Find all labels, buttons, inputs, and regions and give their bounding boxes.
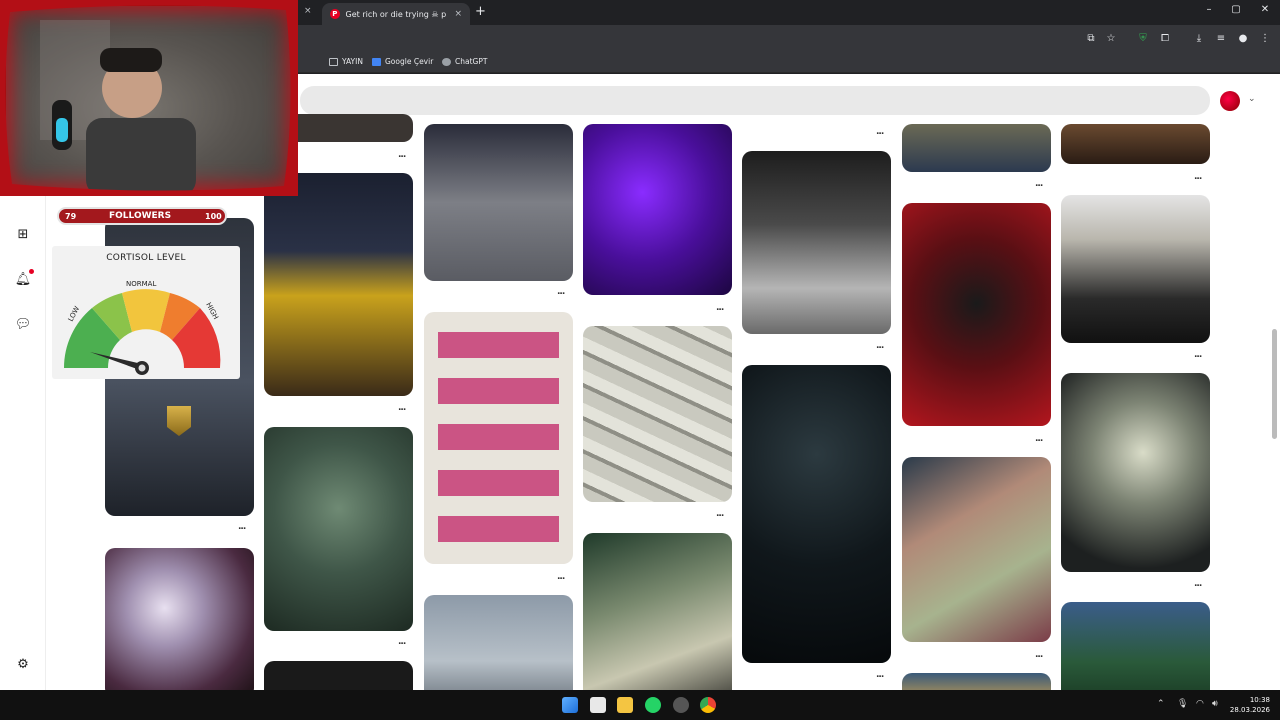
extensions-icon[interactable]: ⧠: [1158, 32, 1172, 46]
clock-date: 28.03.2026: [1229, 706, 1270, 714]
pin-new-york-partial[interactable]: [902, 673, 1051, 690]
pin-hand-cash-fan[interactable]: [1061, 373, 1210, 572]
pin-jeans-cash[interactable]: [902, 124, 1051, 172]
gauge-normal-label: NORMAL: [126, 280, 156, 288]
wifi-icon[interactable]: ◠: [1196, 699, 1204, 709]
bookmark-label: YAYIN: [342, 57, 363, 66]
microphone-icon[interactable]: 🎙︎: [1177, 699, 1188, 709]
tray-chevron-icon[interactable]: ⌃: [1157, 699, 1165, 709]
pin-more-button[interactable]: ...: [238, 522, 246, 532]
pin-rolex-dollars[interactable]: [583, 533, 732, 690]
pin-mom-rich-man[interactable]: [424, 312, 573, 564]
notification-dot: [29, 269, 34, 274]
pin-dark-partial[interactable]: [264, 661, 413, 690]
pin-arms-cash-stacks[interactable]: [902, 457, 1051, 642]
notes-app-icon[interactable]: [590, 697, 606, 713]
pin-vault-money[interactable]: [264, 427, 413, 631]
taskbar-clock[interactable]: 10:38 28.03.2026: [1226, 695, 1270, 715]
tab-title: Get rich or die trying ☠ panosu: [345, 9, 447, 19]
download-icon[interactable]: ⤓: [1192, 32, 1206, 46]
pin-more-button[interactable]: ...: [1035, 179, 1043, 189]
pin-black-panther-car[interactable]: [742, 365, 891, 663]
pin-diamond-chain[interactable]: [105, 548, 254, 690]
gauge-low-label: LOW: [67, 305, 82, 323]
pin-more-button[interactable]: ...: [398, 637, 406, 647]
menu-kebab-icon[interactable]: ⋮: [1258, 32, 1272, 46]
gauge-dial: LOW NORMAL HIGH: [63, 280, 221, 375]
page-scrollbar[interactable]: [1272, 329, 1277, 439]
pin-panther-chain[interactable]: [902, 203, 1051, 426]
volume-icon[interactable]: 🔊︎: [1212, 699, 1218, 709]
windows-taskbar: ⌃ 🎙︎ ◠ 🔊︎ 10:38 28.03.2026: [0, 690, 1280, 720]
graffiti-text-art: [438, 332, 559, 542]
pin-more-button[interactable]: ...: [876, 670, 884, 680]
pin-hands-dollars[interactable]: [1061, 602, 1210, 690]
chevron-down-icon[interactable]: ⌄: [1248, 94, 1256, 104]
pin-more-button[interactable]: ...: [557, 287, 565, 297]
pin-more-button[interactable]: ...: [398, 150, 406, 160]
install-app-icon[interactable]: ⧉: [1084, 32, 1098, 46]
avatar[interactable]: [1220, 91, 1240, 111]
pin-car-interior-cash[interactable]: [742, 151, 891, 334]
tab-close-icon[interactable]: ×: [304, 6, 312, 16]
whatsapp-icon[interactable]: [645, 697, 661, 713]
pinterest-icon: P: [330, 9, 340, 19]
bookmark-yayin[interactable]: YAYIN: [329, 57, 363, 66]
new-tab-button[interactable]: +: [475, 4, 486, 19]
profile-icon[interactable]: ●: [1236, 32, 1250, 46]
bookmark-chatgpt[interactable]: ChatGPT: [442, 57, 487, 66]
create-icon[interactable]: ⊞: [14, 226, 32, 244]
file-explorer-icon[interactable]: [617, 697, 633, 713]
pin-money-stacks[interactable]: [583, 326, 732, 502]
messages-icon[interactable]: 💬︎: [14, 316, 32, 334]
pin-more-button[interactable]: ...: [1194, 579, 1202, 589]
pin-yellow-car-girl[interactable]: [264, 173, 413, 396]
bookmark-google-translate[interactable]: Google Çevir: [372, 57, 433, 66]
start-icon[interactable]: [562, 697, 578, 713]
pin-more-button[interactable]: ...: [1194, 172, 1202, 182]
lamborghini-logo: [167, 406, 191, 436]
clock-time: 10:38: [1249, 696, 1270, 704]
pin-more-button[interactable]: ...: [716, 509, 724, 519]
bookmark-label: Google Çevir: [385, 57, 434, 66]
pin-purple-cash[interactable]: [583, 124, 732, 295]
obs-icon[interactable]: [673, 697, 689, 713]
pin-top-right-partial[interactable]: [1061, 124, 1210, 164]
google-translate-icon: [372, 57, 381, 66]
bookmark-label: ChatGPT: [455, 57, 488, 66]
address-bar[interactable]: [298, 28, 1078, 50]
settings-icon[interactable]: ⚙: [14, 656, 32, 674]
followers-goal: 100: [205, 211, 222, 221]
cortisol-gauge: CORTISOL LEVEL LOW NORMAL HIGH: [52, 246, 240, 379]
followers-label: FOLLOWERS: [109, 211, 172, 221]
followers-goal-bar: 79 FOLLOWERS 100: [57, 207, 227, 225]
minimize-button[interactable]: –: [1197, 4, 1221, 15]
pin-more-button[interactable]: ...: [398, 403, 406, 413]
followers-current: 79: [65, 211, 77, 221]
pin-hoodie-cash[interactable]: [424, 124, 573, 281]
pin-more-button[interactable]: ...: [1035, 650, 1043, 660]
tab-close-icon[interactable]: ×: [454, 9, 462, 19]
pin-more-button[interactable]: ...: [1194, 350, 1202, 360]
chrome-icon[interactable]: [700, 697, 716, 713]
pin-more-button[interactable]: ...: [716, 303, 724, 313]
pin-cash-fan[interactable]: [424, 595, 573, 690]
pin-more-button[interactable]: ...: [1035, 434, 1043, 444]
vpn-extension-icon[interactable]: ⛨: [1136, 32, 1150, 46]
tab-pinterest-board[interactable]: P Get rich or die trying ☠ panosu ×: [322, 3, 470, 25]
media-control-icon[interactable]: ≡: [1214, 32, 1228, 46]
pin-cap-girl[interactable]: [1061, 195, 1210, 343]
pin-more-button[interactable]: ...: [876, 127, 884, 137]
screen: × P Get rich or die trying ☠ panosu × + …: [0, 0, 1280, 720]
chatgpt-icon: [442, 57, 451, 66]
webcam-overlay: [0, 0, 298, 196]
search-input[interactable]: [300, 86, 1210, 115]
maximize-button[interactable]: ▢: [1224, 4, 1248, 15]
folder-icon: [329, 57, 338, 66]
blood-frame: [0, 0, 298, 196]
close-window-button[interactable]: ✕: [1253, 4, 1277, 15]
pin-more-button[interactable]: ...: [876, 341, 884, 351]
pin-more-button[interactable]: ...: [557, 572, 565, 582]
bookmark-star-icon[interactable]: ☆: [1104, 32, 1118, 46]
